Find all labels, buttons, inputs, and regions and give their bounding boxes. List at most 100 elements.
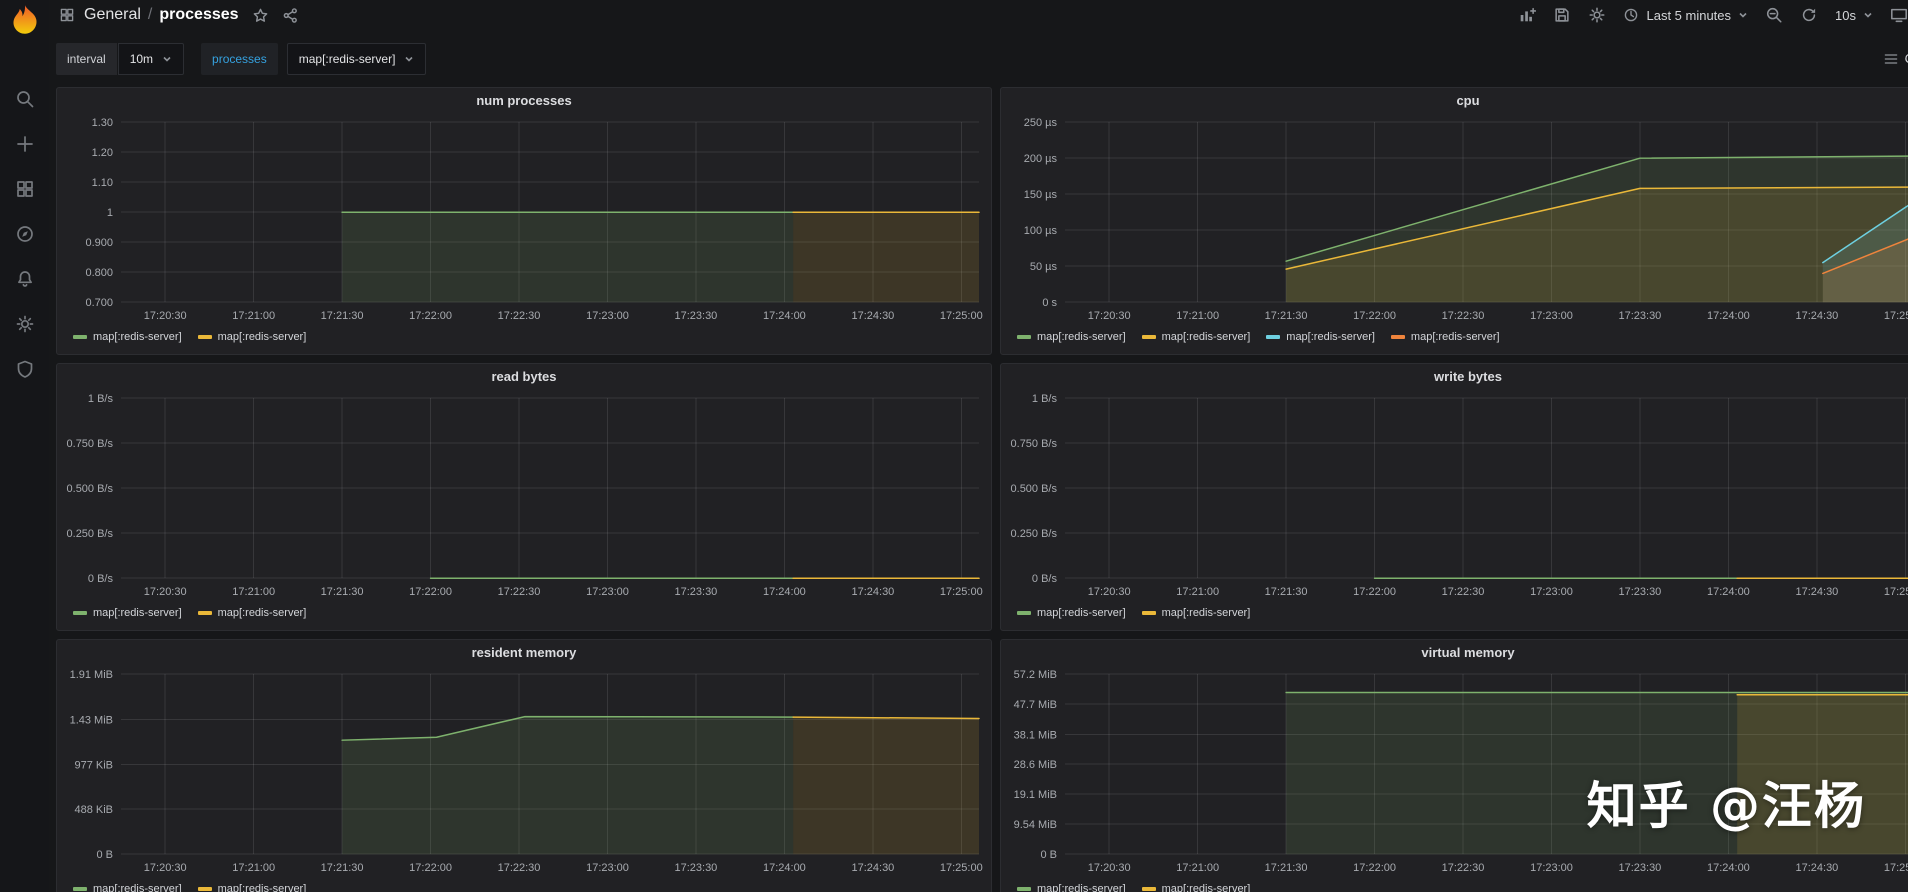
- legend-swatch-icon: [73, 611, 87, 616]
- explore-compass-icon[interactable]: [15, 224, 35, 244]
- legend-swatch-icon: [1390, 335, 1405, 340]
- svg-text:488 KiB: 488 KiB: [74, 804, 113, 816]
- svg-text:1.43 MiB: 1.43 MiB: [70, 714, 113, 726]
- breadcrumb[interactable]: General / processes: [84, 6, 239, 24]
- variable-value-dropdown[interactable]: 10m: [117, 42, 185, 75]
- watermark: 知乎 @汪杨: [1586, 777, 1866, 835]
- svg-text:17:25:00: 17:25:00: [940, 310, 983, 322]
- chart-legend: map[:redis-server] map[:redis-server]: [1001, 604, 1908, 630]
- svg-text:17:22:00: 17:22:00: [1353, 310, 1396, 322]
- legend-item[interactable]: map[:redis-server]: [1141, 331, 1251, 344]
- legend-item[interactable]: map[:redis-server]: [1266, 331, 1375, 343]
- legend-label: map[:redis-server]: [1161, 331, 1251, 344]
- breadcrumb-dashboard-name[interactable]: processes: [159, 6, 238, 24]
- svg-text:17:24:30: 17:24:30: [851, 310, 894, 322]
- panel-title[interactable]: read bytes: [57, 364, 991, 390]
- svg-text:0.500 B/s: 0.500 B/s: [67, 483, 114, 495]
- legend-label: map[:redis-server]: [93, 883, 182, 892]
- timeseries-chart[interactable]: 17:20:30 17:21:00 17:21:30 17:22:00 17:22:30…: [1001, 390, 1908, 604]
- search-icon[interactable]: [15, 89, 35, 109]
- legend-swatch-icon: [197, 887, 212, 892]
- legend-item[interactable]: map[:redis-server]: [73, 607, 182, 619]
- legend-swatch-icon: [73, 887, 87, 892]
- breadcrumb-folder[interactable]: General: [84, 6, 141, 24]
- legend-label: map[:redis-server]: [1037, 331, 1126, 344]
- panel-title[interactable]: virtual memory: [1001, 640, 1908, 666]
- legend-item[interactable]: map[:redis-server]: [73, 883, 182, 892]
- svg-text:17:23:30: 17:23:30: [674, 862, 717, 874]
- grafana-dashboard: General / processes Last 5 minutes 10s i…: [0, 0, 1908, 892]
- legend-item[interactable]: map[:redis-server]: [1141, 883, 1251, 892]
- svg-text:1: 1: [107, 207, 113, 219]
- legend-item[interactable]: map[:redis-server]: [197, 607, 306, 619]
- process-filter-dropdown[interactable]: map[:redis-server]: [286, 42, 427, 75]
- security-shield-icon[interactable]: [15, 359, 35, 379]
- alerting-bell-icon[interactable]: [15, 269, 35, 289]
- svg-text:1.30: 1.30: [92, 117, 113, 129]
- svg-text:17:23:30: 17:23:30: [1618, 862, 1661, 874]
- panel-title[interactable]: num processes: [57, 88, 991, 114]
- svg-text:17:20:30: 17:20:30: [144, 586, 187, 598]
- svg-text:17:22:30: 17:22:30: [498, 310, 541, 322]
- legend-label: map[:redis-server]: [1161, 883, 1251, 892]
- legend-item[interactable]: map[:redis-server]: [1017, 607, 1126, 619]
- zoom-out-button[interactable]: [1765, 6, 1783, 24]
- share-icon[interactable]: [282, 7, 299, 24]
- legend-swatch-icon: [1141, 335, 1156, 340]
- panel-title[interactable]: write bytes: [1001, 364, 1908, 390]
- chevron-down-icon: [1739, 12, 1747, 18]
- legend-label: map[:redis-server]: [217, 883, 307, 892]
- legend-item[interactable]: map[:redis-server]: [1017, 331, 1126, 343]
- legend-item[interactable]: map[:redis-server]: [73, 331, 182, 343]
- legend-item[interactable]: map[:redis-server]: [197, 331, 306, 343]
- svg-text:50 µs: 50 µs: [1030, 261, 1058, 273]
- svg-text:17:23:00: 17:23:00: [586, 310, 629, 322]
- legend-item[interactable]: map[:redis-server]: [1017, 883, 1126, 892]
- svg-text:17:20:30: 17:20:30: [1088, 586, 1131, 598]
- add-icon[interactable]: [15, 134, 35, 154]
- panel-title[interactable]: cpu: [1001, 88, 1908, 114]
- breadcrumb-separator: /: [147, 6, 153, 23]
- add-panel-button[interactable]: [1518, 6, 1537, 24]
- configuration-gear-icon[interactable]: [15, 314, 35, 334]
- legend-label: map[:redis-server]: [1037, 883, 1126, 892]
- svg-text:17:23:00: 17:23:00: [1530, 862, 1573, 874]
- star-icon[interactable]: [252, 7, 269, 24]
- dashboard-header: General / processes Last 5 minutes 10s: [49, 0, 1908, 30]
- chevron-down-icon: [405, 56, 414, 62]
- svg-text:17:25:00: 17:25:00: [1884, 862, 1908, 874]
- svg-text:17:24:00: 17:24:00: [1707, 862, 1750, 874]
- timeseries-chart[interactable]: 17:20:30 17:21:00 17:21:30 17:22:00 17:22:30…: [57, 390, 991, 604]
- refresh-interval-picker[interactable]: 10s: [1835, 8, 1873, 23]
- svg-text:17:24:30: 17:24:30: [1795, 862, 1838, 874]
- legend-item[interactable]: map[:redis-server]: [1141, 607, 1250, 619]
- panel-title[interactable]: resident memory: [57, 640, 991, 666]
- view-menu-button[interactable]: C: [1883, 51, 1908, 67]
- svg-text:0 B: 0 B: [1040, 849, 1057, 861]
- dashboard-settings-button[interactable]: [1588, 6, 1606, 24]
- timeseries-chart[interactable]: 17:20:30 17:21:00 17:21:30 17:22:00 17:22:30…: [57, 666, 991, 880]
- svg-text:17:21:30: 17:21:30: [1265, 310, 1308, 322]
- svg-text:19.1 MiB: 19.1 MiB: [1014, 789, 1057, 801]
- timeseries-chart[interactable]: 17:20:30 17:21:00 17:21:30 17:22:00 17:22:30…: [57, 114, 991, 328]
- save-dashboard-button[interactable]: [1553, 6, 1571, 24]
- kiosk-mode-icon[interactable]: [1890, 6, 1908, 24]
- legend-swatch-icon: [1017, 335, 1031, 340]
- variable-label: interval: [56, 42, 117, 75]
- svg-text:0.750 B/s: 0.750 B/s: [67, 438, 114, 450]
- chart-legend: map[:redis-server] map[:redis-server] map[…: [1001, 328, 1908, 354]
- svg-text:150 µs: 150 µs: [1024, 189, 1058, 201]
- refresh-button[interactable]: [1800, 6, 1818, 24]
- dashboard-link-processes[interactable]: processes: [201, 42, 278, 75]
- variable-interval: interval 10m: [56, 42, 185, 75]
- time-range-picker[interactable]: Last 5 minutes: [1623, 7, 1748, 23]
- grafana-logo-icon[interactable]: [7, 3, 43, 39]
- dashboards-icon[interactable]: [15, 179, 35, 199]
- legend-item[interactable]: map[:redis-server]: [1390, 331, 1500, 343]
- legend-swatch-icon: [1266, 335, 1281, 340]
- timeseries-chart[interactable]: 17:20:30 17:21:00 17:21:30 17:22:00 17:22:30…: [1001, 114, 1908, 328]
- legend-item[interactable]: map[:redis-server]: [197, 883, 307, 892]
- svg-text:0 B: 0 B: [96, 849, 113, 861]
- legend-swatch-icon: [73, 335, 87, 340]
- svg-text:17:21:00: 17:21:00: [1176, 862, 1219, 874]
